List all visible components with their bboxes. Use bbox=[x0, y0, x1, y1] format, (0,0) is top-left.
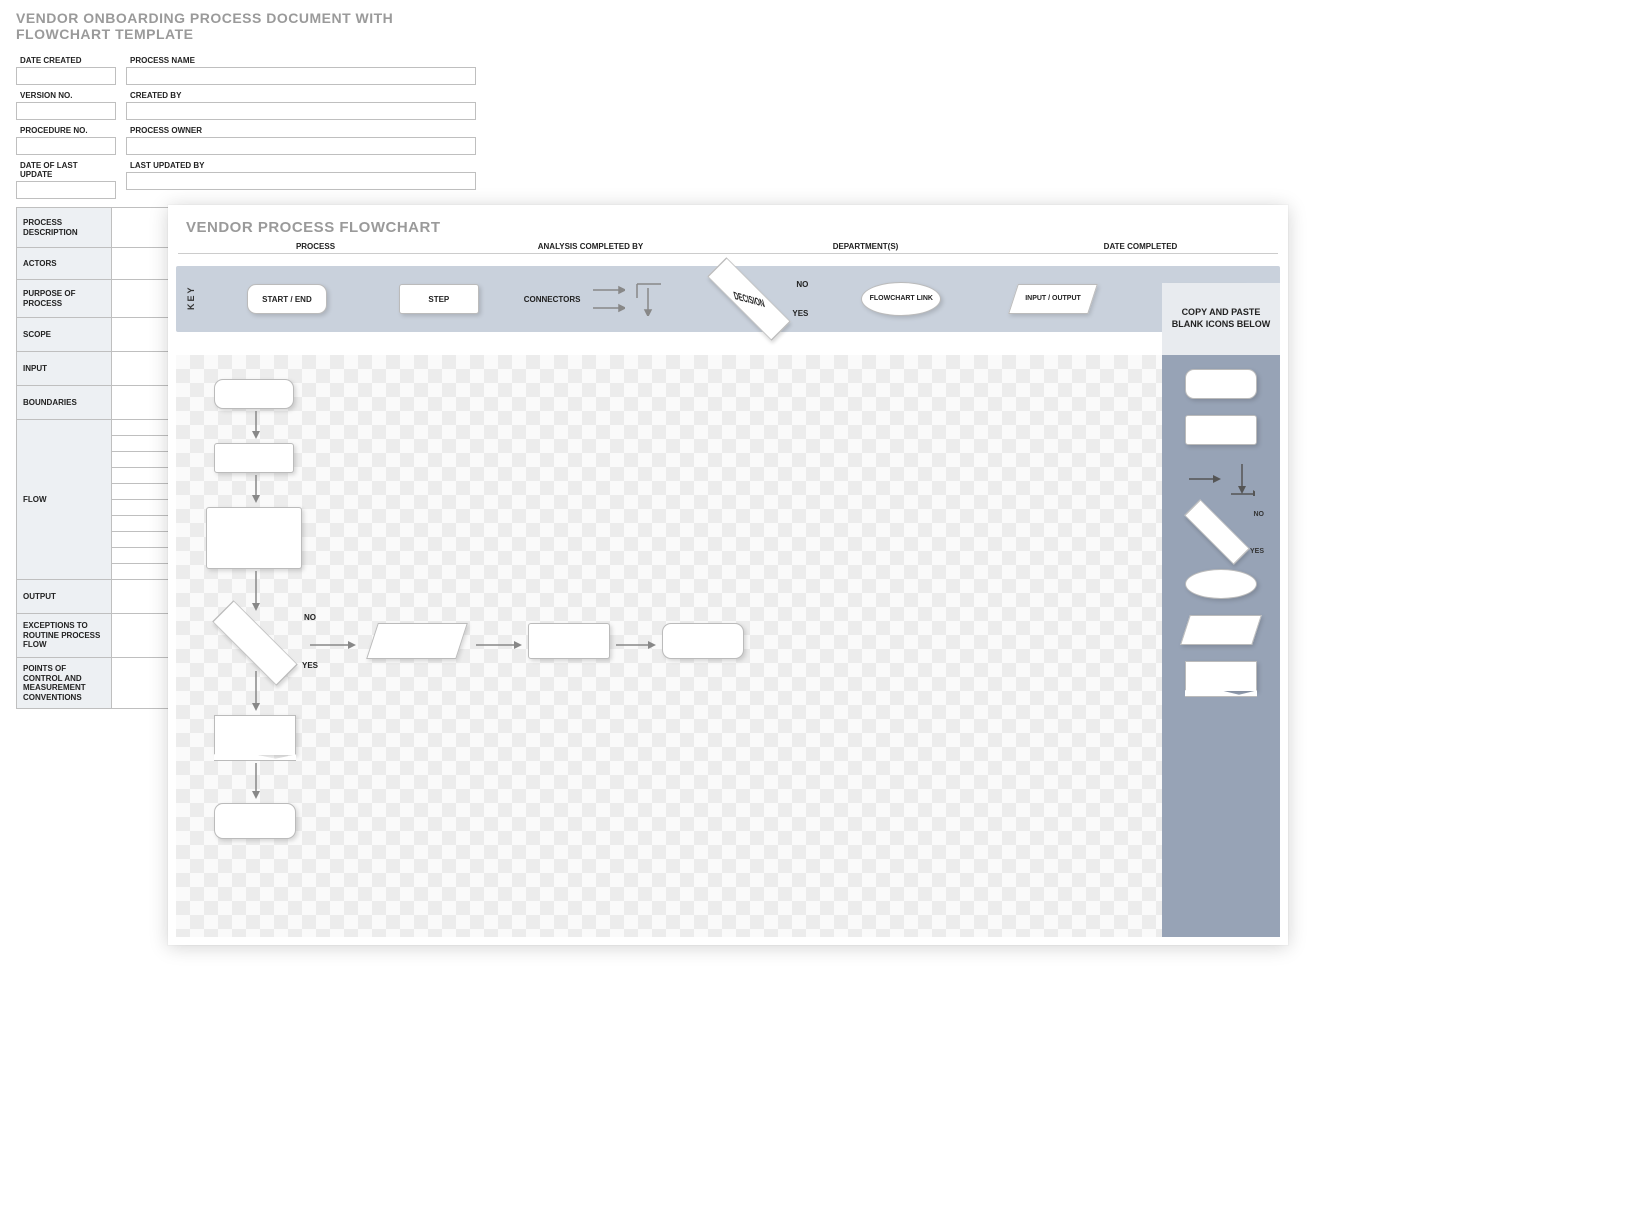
arrow-right-icon bbox=[616, 639, 656, 651]
palette-terminator[interactable] bbox=[1185, 369, 1257, 399]
arrow-right-icon bbox=[476, 639, 522, 651]
flow-canvas[interactable]: NO YES bbox=[176, 355, 1162, 937]
flow-terminator-2[interactable] bbox=[662, 623, 744, 659]
label-created-by: CREATED BY bbox=[126, 89, 476, 102]
input-created-by[interactable] bbox=[126, 102, 476, 120]
label-version-no: VERSION NO. bbox=[16, 89, 116, 102]
key-io-shape: INPUT / OUTPUT bbox=[1008, 284, 1098, 314]
input-last-update[interactable] bbox=[16, 181, 116, 199]
section-exceptions: EXCEPTIONS TO ROUTINE PROCESS FLOW bbox=[17, 614, 112, 658]
panel-title: VENDOR PROCESS FLOWCHART bbox=[168, 205, 1288, 242]
flow-io[interactable] bbox=[366, 623, 468, 659]
palette-parallelogram[interactable] bbox=[1180, 615, 1262, 645]
key-connectors-icons bbox=[591, 282, 665, 316]
arrow-down-icon bbox=[250, 475, 262, 503]
input-process-owner[interactable] bbox=[126, 137, 476, 155]
palette-connectors[interactable] bbox=[1181, 461, 1261, 497]
section-input: INPUT bbox=[17, 352, 112, 386]
flow-decision[interactable] bbox=[210, 617, 300, 669]
section-points: POINTS OF CONTROL AND MEASUREMENT CONVEN… bbox=[17, 658, 112, 709]
arrow-down-icon bbox=[250, 763, 262, 799]
key-dec-no: NO bbox=[796, 280, 808, 289]
section-scope: SCOPE bbox=[17, 318, 112, 352]
doc-title: VENDOR ONBOARDING PROCESS DOCUMENT WITH … bbox=[16, 10, 476, 42]
flow-process-3[interactable] bbox=[528, 623, 610, 659]
palette-decision[interactable] bbox=[1184, 499, 1250, 565]
flow-process-1[interactable] bbox=[214, 443, 294, 473]
section-flow: FLOW bbox=[17, 420, 112, 580]
key-start-end-shape: START / END bbox=[247, 284, 327, 314]
label-last-updated-by: LAST UPDATED BY bbox=[126, 159, 476, 172]
palette-header: COPY AND PASTE BLANK ICONS BELOW bbox=[1162, 283, 1280, 355]
label-process-name: PROCESS NAME bbox=[126, 54, 476, 67]
section-output: OUTPUT bbox=[17, 580, 112, 614]
palette-process[interactable] bbox=[1185, 415, 1257, 445]
palette-dec-yes: YES bbox=[1250, 548, 1264, 555]
flow-terminator-1[interactable] bbox=[214, 379, 294, 409]
palette-sidebar: NO YES bbox=[1162, 355, 1280, 937]
key-dec-yes: YES bbox=[792, 309, 808, 318]
input-last-updated-by[interactable] bbox=[126, 172, 476, 190]
input-process-name[interactable] bbox=[126, 67, 476, 85]
arrow-right-icon bbox=[310, 639, 356, 651]
label-last-update: DATE OF LAST UPDATE bbox=[16, 159, 116, 181]
palette-document[interactable] bbox=[1185, 661, 1257, 691]
flow-process-2[interactable] bbox=[206, 507, 302, 569]
key-step-shape: STEP bbox=[399, 284, 479, 314]
section-purpose: PURPOSE OF PROCESS bbox=[17, 280, 112, 318]
pm-analysis: ANALYSIS COMPLETED BY bbox=[453, 242, 728, 251]
input-date-created[interactable] bbox=[16, 67, 116, 85]
pm-process: PROCESS bbox=[178, 242, 453, 251]
key-decision-shape: DECISION bbox=[708, 257, 791, 340]
palette-ellipse[interactable] bbox=[1185, 569, 1257, 599]
flow-terminator-3[interactable] bbox=[214, 803, 296, 839]
key-connectors-label: CONNECTORS bbox=[524, 295, 581, 304]
flow-dec-no: NO bbox=[304, 613, 316, 622]
label-process-owner: PROCESS OWNER bbox=[126, 124, 476, 137]
arrow-down-icon bbox=[250, 411, 262, 439]
label-date-created: DATE CREATED bbox=[16, 54, 116, 67]
input-version-no[interactable] bbox=[16, 102, 116, 120]
section-boundaries: BOUNDARIES bbox=[17, 386, 112, 420]
arrow-down-icon bbox=[250, 571, 262, 611]
pm-dept: DEPARTMENT(S) bbox=[728, 242, 1003, 251]
arrow-down-icon bbox=[250, 671, 262, 711]
label-procedure-no: PROCEDURE NO. bbox=[16, 124, 116, 137]
flowchart-panel: VENDOR PROCESS FLOWCHART PROCESS ANALYSI… bbox=[168, 205, 1288, 945]
pm-date: DATE COMPLETED bbox=[1003, 242, 1278, 251]
flow-dec-yes: YES bbox=[302, 661, 318, 670]
key-legend: KEY START / END STEP CONNECTORS NO DECIS… bbox=[176, 266, 1280, 332]
palette-dec-no: NO bbox=[1254, 511, 1265, 518]
panel-meta-row: PROCESS ANALYSIS COMPLETED BY DEPARTMENT… bbox=[168, 242, 1288, 260]
key-label: KEY bbox=[186, 288, 196, 310]
input-procedure-no[interactable] bbox=[16, 137, 116, 155]
flow-document[interactable] bbox=[214, 715, 296, 755]
section-process-desc: PROCESS DESCRIPTION bbox=[17, 208, 112, 248]
key-link-shape: FLOWCHART LINK bbox=[861, 282, 941, 316]
section-actors: ACTORS bbox=[17, 248, 112, 280]
